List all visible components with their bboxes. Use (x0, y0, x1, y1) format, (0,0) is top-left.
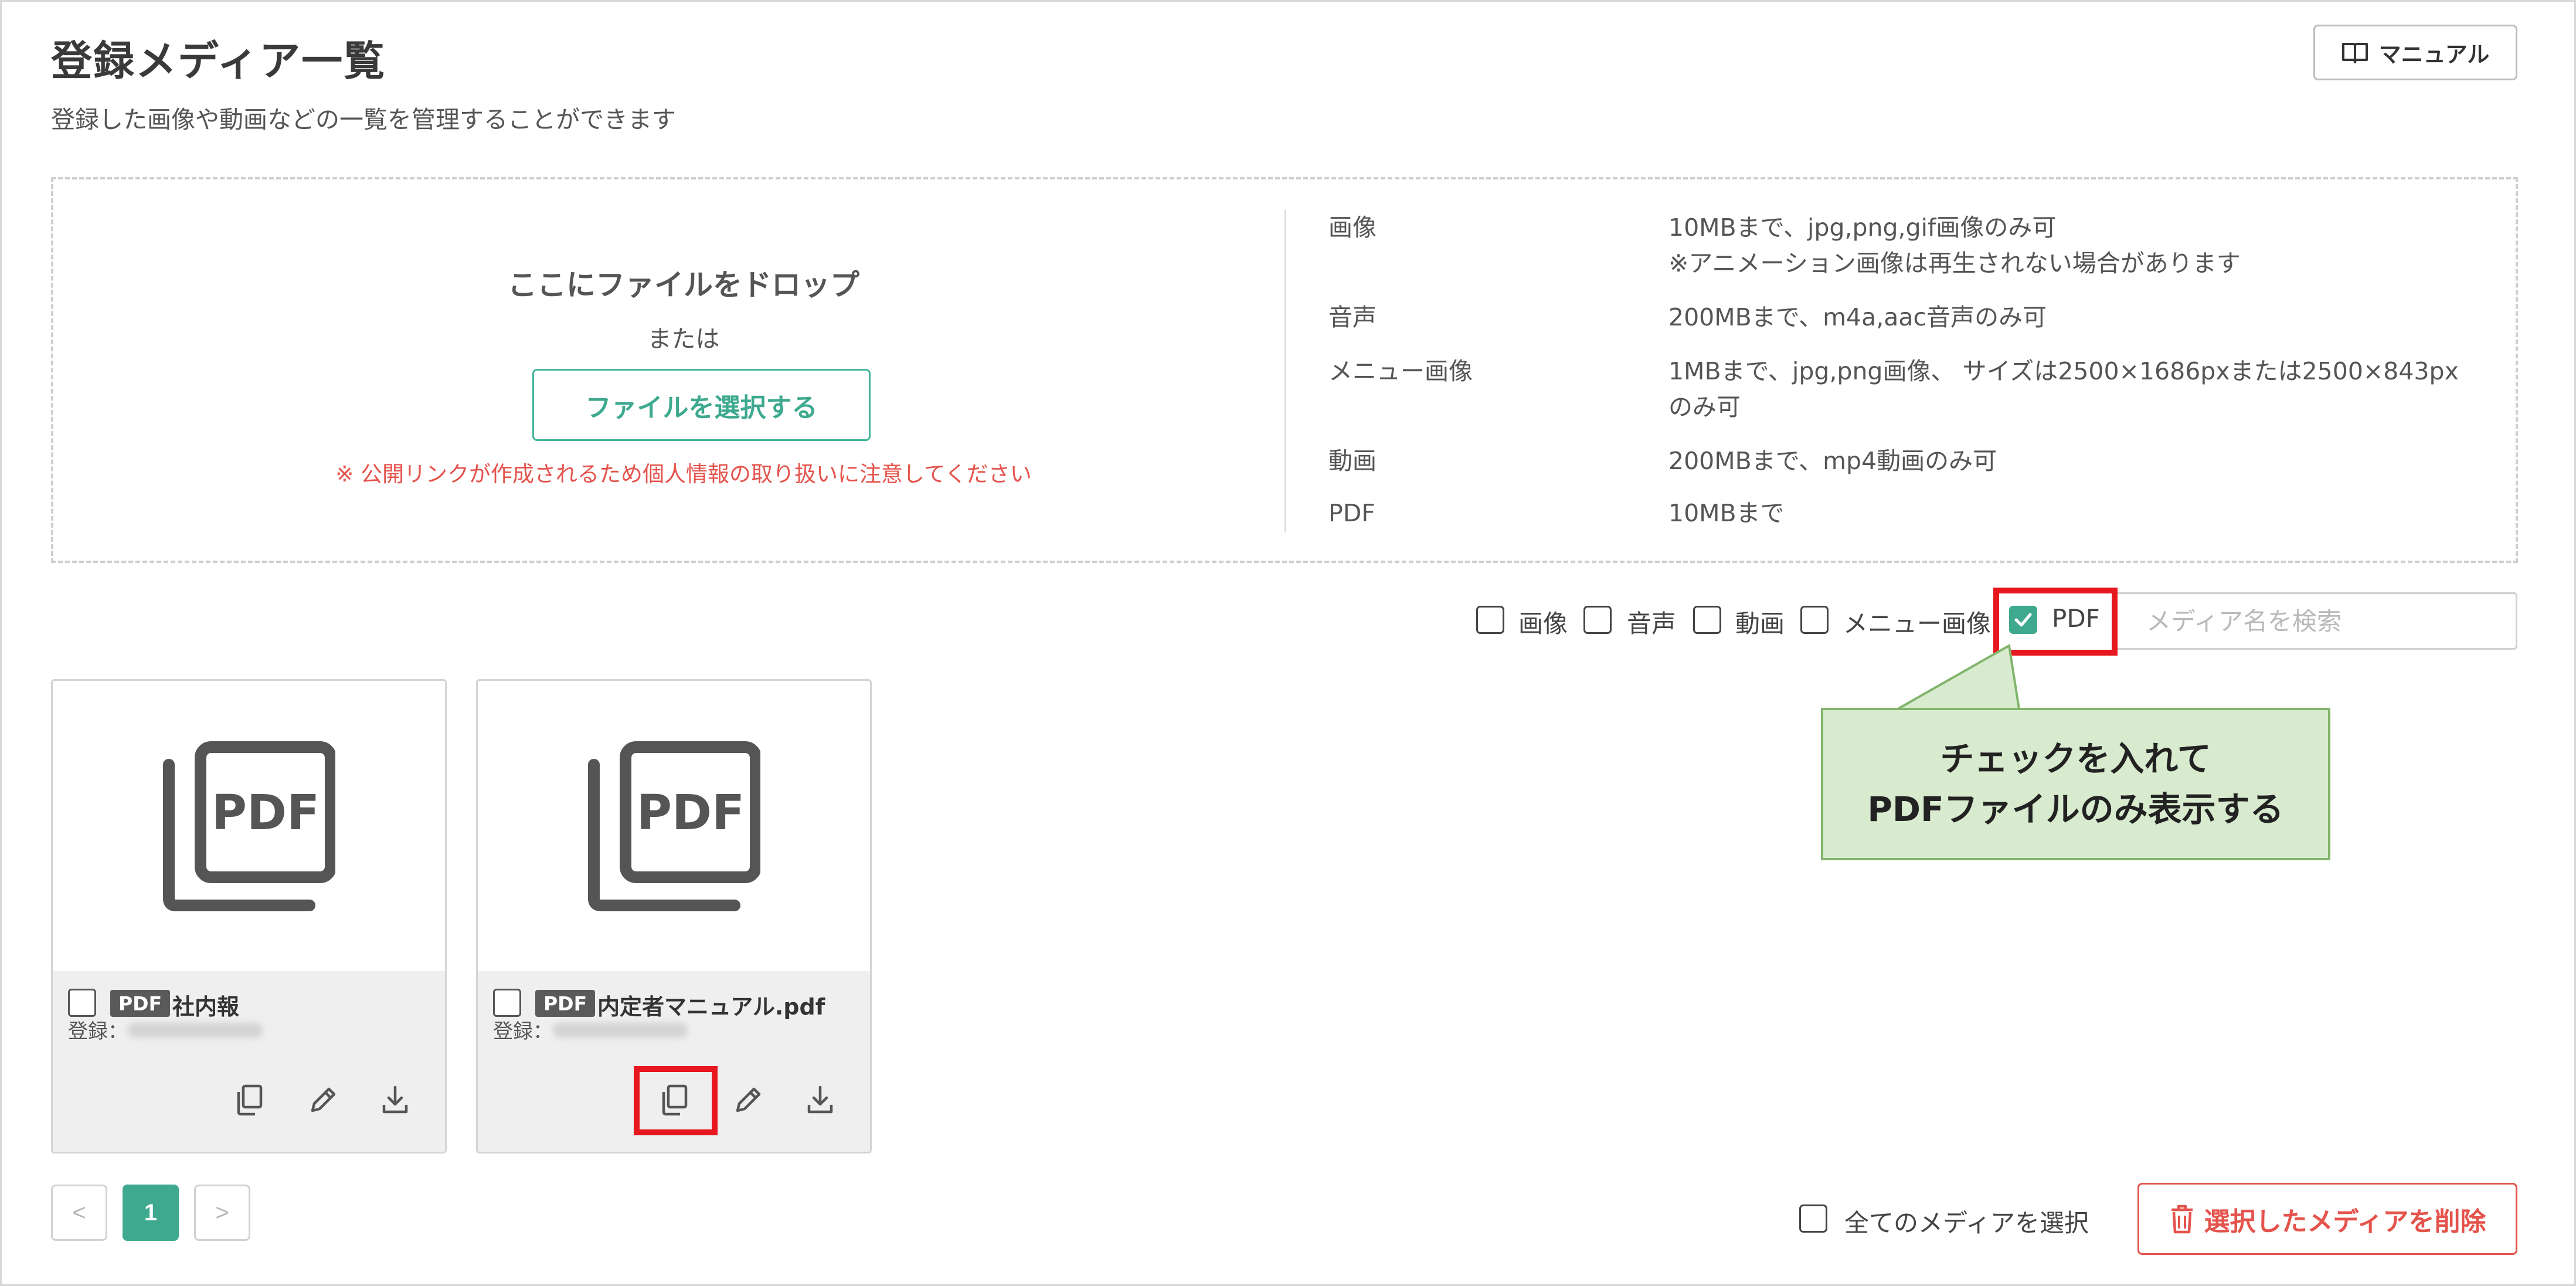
select-file-button[interactable]: ファイルを選択する (532, 369, 871, 441)
callout-annotation: チェックを入れて PDFファイルのみ表示する (1821, 708, 2330, 860)
delete-selected-button[interactable]: 選択したメディアを削除 (2137, 1183, 2517, 1255)
page-subtitle: 登録した画像や動画などの一覧を管理することができます (51, 106, 676, 134)
filter-checkbox-menu-image[interactable] (1800, 606, 1829, 634)
media-registered-label: 登録： (68, 1020, 128, 1043)
spec-value-pdf: 10MBまで (1668, 499, 1785, 527)
manual-button-label: マニュアル (2378, 43, 2490, 67)
file-drop-zone[interactable]: ここにファイルをドロップ または ファイルを選択する ※ 公開リンクが作成される… (51, 177, 2518, 563)
redacted-date (553, 1023, 688, 1038)
filter-checkbox-video[interactable] (1693, 606, 1721, 634)
download-icon (807, 1085, 833, 1114)
filter-label-menu-image: メニュー画像 (1843, 609, 1992, 638)
media-name: 社内報 (172, 994, 240, 1020)
redacted-date (128, 1023, 263, 1038)
callout-line-1: チェックを入れて (1940, 739, 2211, 779)
select-all-label: 全てのメディアを選択 (1844, 1209, 2089, 1237)
edit-button[interactable] (303, 1080, 343, 1120)
highlight-copy-button (634, 1066, 718, 1135)
pencil-icon (736, 1087, 761, 1112)
spec-value-video: 200MBまで、mp4動画のみ可 (1668, 447, 1997, 475)
filter-label-video: 動画 (1735, 609, 1785, 638)
privacy-notice: ※ 公開リンクが作成されるため個人情報の取り扱いに注意してください (335, 462, 1032, 487)
page-title: 登録メディア一覧 (51, 37, 386, 85)
manual-button[interactable]: マニュアル (2313, 25, 2517, 80)
copy-link-button[interactable] (230, 1080, 270, 1120)
trash-icon (2171, 1204, 2193, 1233)
download-button[interactable] (375, 1080, 415, 1120)
callout-pointer (1898, 643, 2020, 710)
filter-checkbox-image[interactable] (1476, 606, 1504, 634)
search-box[interactable] (2114, 592, 2517, 650)
spec-value-audio: 200MBまで、m4a,aac音声のみ可 (1668, 303, 2047, 331)
delete-button-label: 選択したメディアを削除 (2204, 1207, 2486, 1236)
media-type-badge: PDF (535, 990, 596, 1017)
media-search-input[interactable] (2116, 594, 2516, 648)
svg-text:PDF: PDF (212, 785, 320, 841)
select-all-checkbox[interactable] (1799, 1204, 1827, 1233)
spec-label-menu-image: メニュー画像 (1328, 357, 1473, 385)
filter-label-image: 画像 (1518, 609, 1568, 638)
media-select-checkbox[interactable] (493, 989, 521, 1017)
copy-icon (237, 1084, 263, 1116)
pencil-icon (311, 1087, 336, 1112)
pdf-file-icon: PDF (163, 741, 335, 911)
media-card[interactable]: PDF PDF 社内報 登録： (51, 679, 447, 1153)
download-button[interactable] (800, 1080, 840, 1120)
spec-label-pdf: PDF (1328, 499, 1375, 527)
spec-label-video: 動画 (1328, 447, 1377, 475)
pdf-file-icon: PDF (588, 741, 760, 911)
spec-note-image: ※アニメーション画像は再生されない場合があります (1668, 249, 2241, 277)
book-open-icon (2341, 42, 2368, 63)
drop-zone-title: ここにファイルをドロップ (508, 268, 859, 302)
pagination-page-1[interactable]: 1 (123, 1185, 179, 1241)
filter-checkbox-audio[interactable] (1583, 606, 1612, 634)
media-info: PDF 社内報 登録： (53, 971, 445, 1152)
callout-line-2: PDFファイルのみ表示する (1867, 789, 2284, 829)
filter-label-audio: 音声 (1627, 609, 1677, 638)
drop-zone-or: または (647, 325, 720, 353)
download-icon (382, 1085, 408, 1114)
pagination-next-button[interactable]: > (194, 1185, 250, 1241)
spec-label-audio: 音声 (1328, 303, 1377, 331)
media-select-checkbox[interactable] (68, 989, 96, 1017)
spec-value-image: 10MBまで、jpg,png,gif画像のみ可 (1668, 213, 2057, 242)
svg-text:PDF: PDF (637, 785, 745, 841)
edit-button[interactable] (728, 1080, 768, 1120)
pagination-prev-button[interactable]: < (51, 1185, 107, 1241)
media-thumbnail[interactable]: PDF (478, 681, 870, 971)
media-registered-label: 登録： (493, 1020, 553, 1043)
spec-value-menu-image: 1MBまで、jpg,png画像、 サイズは2500×1686pxまたは2500×… (1668, 357, 2459, 385)
spec-label-image: 画像 (1328, 213, 1377, 242)
spec-note-menu-image: のみ可 (1668, 393, 1741, 421)
divider (1284, 210, 1286, 532)
media-thumbnail[interactable]: PDF (53, 681, 445, 971)
media-name: 内定者マニュアル.pdf (597, 994, 825, 1020)
media-type-badge: PDF (110, 990, 171, 1017)
